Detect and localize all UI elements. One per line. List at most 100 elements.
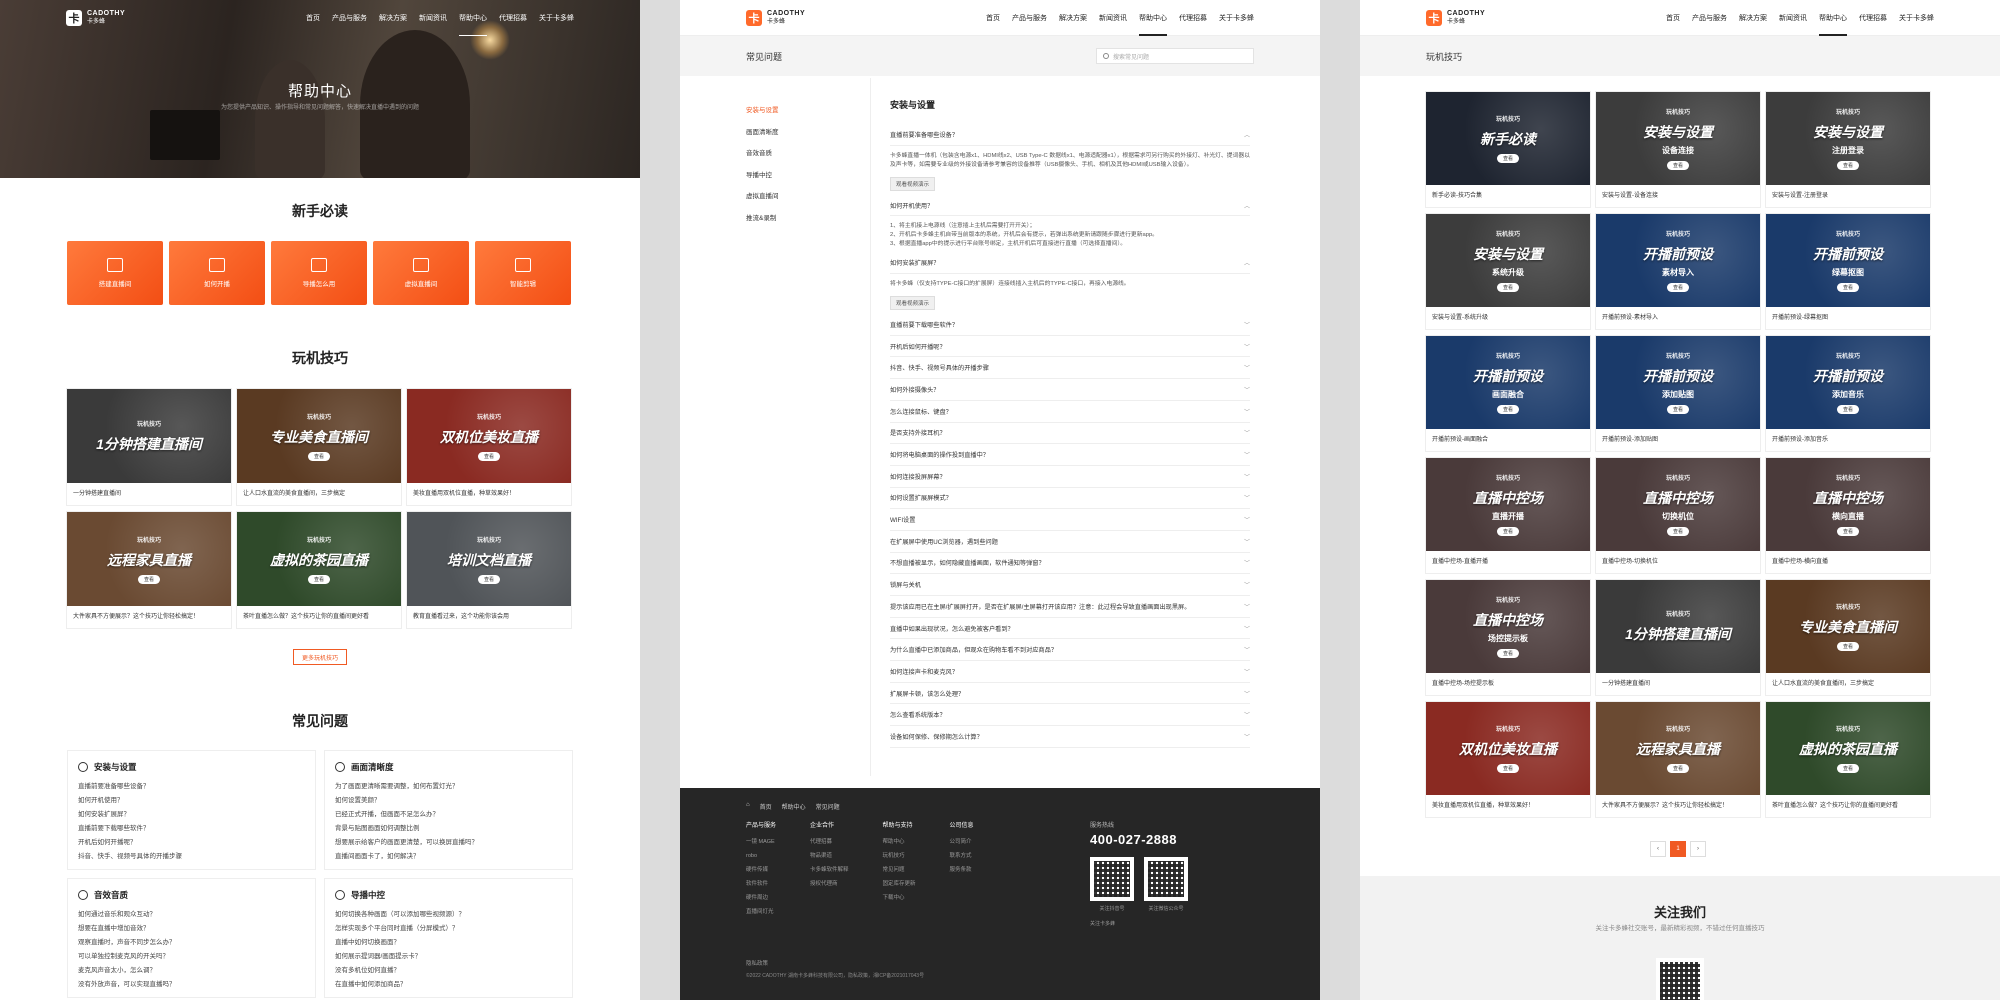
faq-question[interactable]: 如何安装扩展屏？ ︿ (890, 252, 1250, 275)
footer-link[interactable]: 玩机技巧 (883, 849, 916, 863)
faq-link[interactable]: 直播中如何切换画面？ (335, 936, 562, 950)
nav-item[interactable]: 首页 (306, 13, 320, 23)
nav-item[interactable]: 解决方案 (1059, 13, 1087, 23)
faq-link[interactable]: 直播前要下载哪些软件？ (78, 822, 305, 836)
footer-link[interactable]: 授权代理商 (810, 877, 849, 891)
sidebar-item[interactable]: 导播中控 (746, 165, 866, 187)
faq-question[interactable]: 设备如何保修、保修期怎么计算？ ﹀ (890, 726, 1250, 748)
view-button[interactable]: 查看 (1496, 154, 1519, 163)
tip-card[interactable]: 玩机技巧 开播前预设 绿幕抠图 查看 开播前预设-绿幕抠图 (1766, 214, 1930, 329)
faq-question[interactable]: 怎么查看系统版本？ ﹀ (890, 704, 1250, 727)
faq-question[interactable]: 如何连接声卡和麦克风？ ﹀ (890, 661, 1250, 683)
sidebar-item[interactable]: 画面清晰度 (746, 122, 866, 144)
footer-link[interactable]: robo (746, 849, 776, 863)
breadcrumb-item[interactable]: 帮助中心 (782, 802, 806, 811)
faq-question[interactable]: 如何将电脑桌面的操作投到直播中？ ﹀ (890, 444, 1250, 466)
tip-card[interactable]: 玩机技巧 1分钟搭建直播间 一分钟搭建直播间 (1596, 580, 1760, 695)
view-button[interactable]: 查看 (477, 451, 500, 461)
page-button[interactable]: 1 (1670, 841, 1686, 857)
tip-card[interactable]: 玩机技巧 远程家具直播 查看 大件家具不方便展示？这个技巧让你轻松搞定！ (67, 512, 231, 628)
faq-link[interactable]: 如何切换各种画面（可以添加哪些视频源）？ (335, 908, 562, 922)
video-demo-button[interactable]: 观看视频演示 (890, 296, 936, 311)
view-button[interactable]: 查看 (1836, 405, 1859, 414)
tip-card[interactable]: 玩机技巧 直播中控场 直播开播 查看 直播中控场-直播开播 (1426, 458, 1590, 573)
view-button[interactable]: 查看 (1666, 527, 1689, 536)
faq-link[interactable]: 想要展示给客户的画面更清楚，可以换屏直播吗？ (335, 836, 562, 850)
sidebar-item[interactable]: 推流&录制 (746, 208, 866, 230)
faq-link[interactable]: 想要在直播中增加音效？ (78, 922, 305, 936)
tip-card[interactable]: 玩机技巧 开播前预设 添加音乐 查看 开播前预设-添加音乐 (1766, 336, 1930, 451)
faq-question[interactable]: 如何外接摄像头？ ﹀ (890, 379, 1250, 401)
footer-link[interactable]: 联系方式 (950, 849, 974, 863)
view-button[interactable]: 查看 (1496, 405, 1519, 414)
tip-card[interactable]: 玩机技巧 开播前预设 画面融合 查看 开播前预设-画面融合 (1426, 336, 1590, 451)
view-button[interactable]: 查看 (477, 574, 500, 584)
tip-card[interactable]: 玩机技巧 虚拟的茶园直播 查看 茶叶直播怎么做？这个技巧让你的直播间更好看 (237, 512, 401, 628)
sidebar-item[interactable]: 虚拟直播间 (746, 186, 866, 208)
faq-link[interactable]: 已经正式开播，但画面不足怎么办？ (335, 808, 562, 822)
page-button[interactable]: › (1690, 841, 1706, 857)
tip-card[interactable]: 玩机技巧 直播中控场 切换机位 查看 直播中控场-切换机位 (1596, 458, 1760, 573)
footer-link[interactable]: 隐私政策 (746, 958, 768, 970)
view-button[interactable]: 查看 (1836, 527, 1859, 536)
newbie-card[interactable]: 智能剪辑 (475, 241, 571, 305)
newbie-card[interactable]: 导播怎么用 (271, 241, 367, 305)
tip-card[interactable]: 玩机技巧 直播中控场 横向直播 查看 直播中控场-横向直播 (1766, 458, 1930, 573)
nav-item[interactable]: 代理招募 (499, 13, 527, 23)
tip-card[interactable]: 玩机技巧 安装与设置 设备连接 查看 安装与设置-设备连接 (1596, 92, 1760, 207)
tip-card[interactable]: 玩机技巧 1分钟搭建直播间 一分钟搭建直播间 (67, 389, 231, 505)
logo[interactable]: 卡 CADOTHY 卡多蜂 (66, 10, 125, 26)
newbie-card[interactable]: 搭建直播间 (67, 241, 163, 305)
view-button[interactable]: 查看 (137, 574, 160, 584)
footer-link[interactable]: 卡多蜂软件解释 (810, 863, 849, 877)
tip-card[interactable]: 玩机技巧 专业美食直播间 查看 让人口水直流的美食直播间，三步搞定 (1766, 580, 1930, 695)
nav-item[interactable]: 首页 (986, 13, 1000, 23)
faq-question[interactable]: 不想直播被显示，如何隐藏直播画面，软件通知等弹窗？ ﹀ (890, 553, 1250, 575)
view-button[interactable]: 查看 (1666, 283, 1689, 292)
view-button[interactable]: 查看 (1496, 283, 1519, 292)
tip-card[interactable]: 玩机技巧 开播前预设 素材导入 查看 开播前预设-素材导入 (1596, 214, 1760, 329)
footer-link[interactable]: 代理招募 (810, 835, 849, 849)
nav-item[interactable]: 新闻资讯 (1099, 13, 1127, 23)
faq-link[interactable]: 怎样实现多个平台同时直播（分屏模式）？ (335, 922, 562, 936)
nav-item[interactable]: 新闻资讯 (419, 13, 447, 23)
nav-item[interactable]: 产品与服务 (1692, 13, 1727, 23)
footer-link[interactable]: 硬件周边 (746, 891, 776, 905)
tip-card[interactable]: 玩机技巧 安装与设置 注册登录 查看 安装与设置-注册登录 (1766, 92, 1930, 207)
faq-question[interactable]: 锁屏与关机 ﹀ (890, 574, 1250, 596)
faq-question[interactable]: 在扩展屏中使用UC浏览器，遇到些问题 ﹀ (890, 531, 1250, 553)
faq-link[interactable]: 如何通过音乐和观众互动？ (78, 908, 305, 922)
faq-question[interactable]: 提示该应用已在主屏/扩展屏打开，是否在扩展屏/主屏幕打开该应用？注意：此过程会导… (890, 596, 1250, 618)
faq-question[interactable]: 开机后如何开播呢？ ﹀ (890, 336, 1250, 358)
tip-card[interactable]: 玩机技巧 安装与设置 系统升级 查看 安装与设置-系统升级 (1426, 214, 1590, 329)
tip-card[interactable]: 玩机技巧 专业美食直播间 查看 让人口水直流的美食直播间，三步搞定 (237, 389, 401, 505)
tip-card[interactable]: 玩机技巧 双机位美妆直播 查看 美妆直播用双机位直播，种草效果好！ (407, 389, 571, 505)
view-button[interactable]: 查看 (1496, 649, 1519, 658)
faq-question[interactable]: 直播前要准备哪些设备？ ︿ (890, 124, 1250, 146)
nav-item[interactable]: 关于卡多蜂 (1219, 13, 1254, 23)
nav-item[interactable]: 帮助中心 (459, 13, 487, 36)
page-button[interactable]: ‹ (1650, 841, 1666, 857)
faq-question[interactable]: 如何设置扩展屏模式？ ﹀ (890, 488, 1250, 510)
faq-link[interactable]: 直播间画面卡了，如何解决？ (335, 850, 562, 864)
faq-link[interactable]: 背景与贴图画面如何调整比例 (335, 822, 562, 836)
footer-link[interactable]: 固定库存更新 (883, 877, 916, 891)
footer-link[interactable]: 物品渠道 (810, 849, 849, 863)
view-button[interactable]: 查看 (1836, 283, 1859, 292)
nav-item[interactable]: 帮助中心 (1819, 13, 1847, 36)
faq-link[interactable]: 没有多机位如何直播？ (335, 964, 562, 978)
newbie-card[interactable]: 虚拟直播间 (373, 241, 469, 305)
breadcrumb-item[interactable]: 首页 (760, 802, 772, 811)
faq-link[interactable]: 在直播中如何添加商品？ (335, 978, 562, 992)
nav-item[interactable]: 关于卡多蜂 (1899, 13, 1934, 23)
tip-card[interactable]: 玩机技巧 远程家具直播 查看 大件家具不方便展示？这个技巧让你轻松搞定！ (1596, 702, 1760, 817)
view-button[interactable]: 查看 (1836, 161, 1859, 170)
view-button[interactable]: 查看 (1496, 527, 1519, 536)
view-button[interactable]: 查看 (1666, 405, 1689, 414)
footer-link[interactable]: 常见问题 (883, 863, 916, 877)
footer-link[interactable]: 下载中心 (883, 891, 916, 905)
view-button[interactable]: 查看 (1666, 161, 1689, 170)
faq-question[interactable]: 为什么直播中已添加商品，但观众在购物车看不到对应商品？ ﹀ (890, 639, 1250, 662)
video-demo-button[interactable]: 观看视频演示 (890, 176, 936, 191)
sidebar-item[interactable]: 音效音质 (746, 143, 866, 165)
